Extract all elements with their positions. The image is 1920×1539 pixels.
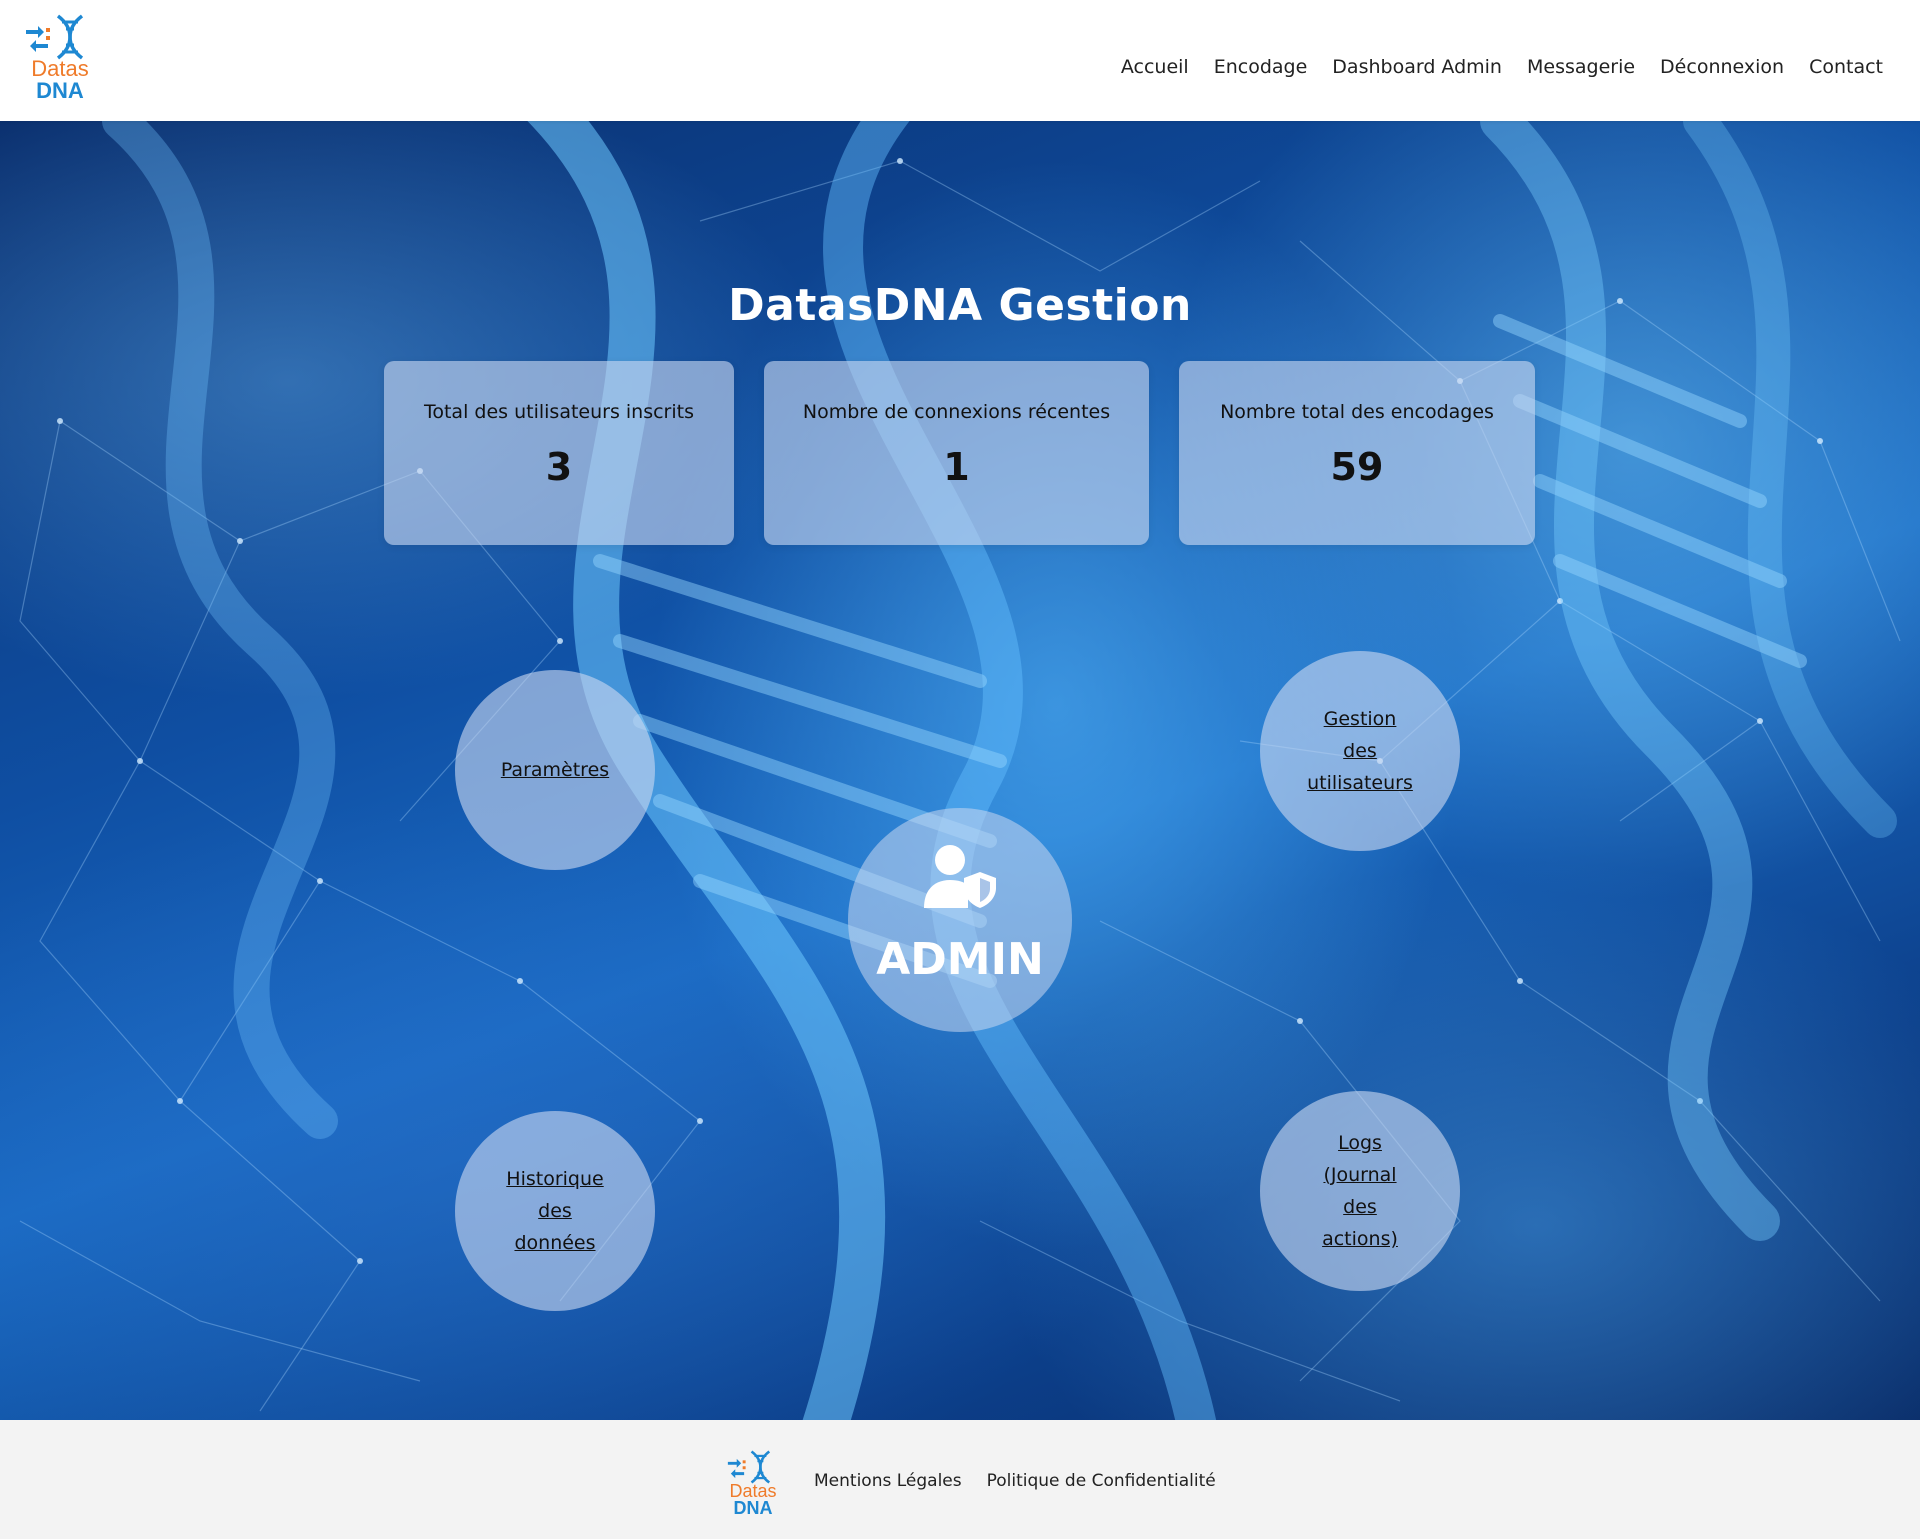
nav-item-dashboard-admin[interactable]: Dashboard Admin (1332, 56, 1502, 78)
stat-value-encodings: 59 (1330, 445, 1384, 489)
nav-item-deconnexion[interactable]: Déconnexion (1660, 56, 1784, 78)
footer-link-politique-confidentialite[interactable]: Politique de Confidentialité (987, 1471, 1216, 1491)
admin-label: ADMIN (876, 934, 1044, 985)
nav-item-messagerie[interactable]: Messagerie (1527, 56, 1635, 78)
nav-item-accueil[interactable]: Accueil (1121, 56, 1189, 78)
user-shield-icon (924, 845, 996, 908)
page-title: DatasDNA Gestion (728, 280, 1192, 332)
nav-item-encodage[interactable]: Encodage (1214, 56, 1308, 78)
stat-value-users: 3 (545, 445, 573, 489)
admin-badge: ADMIN (848, 808, 1072, 1032)
dna-transfer-logo-icon (727, 1450, 771, 1484)
nav-item-contact[interactable]: Contact (1809, 56, 1883, 78)
circle-historique: Historique des données (455, 1111, 655, 1311)
circle-parametres: Paramètres (455, 670, 655, 870)
link-logs-journal[interactable]: Logs (Journal des actions) (1300, 1127, 1420, 1255)
stat-label-encodings: Nombre total des encodages (1220, 401, 1494, 423)
brand-logo[interactable]: Datas DNA (24, 14, 96, 104)
circle-gestion-utilisateurs: Gestion des utilisateurs (1260, 651, 1460, 851)
stat-card-users: Total des utilisateurs inscrits 3 (384, 361, 734, 545)
circle-logs: Logs (Journal des actions) (1260, 1091, 1460, 1291)
logo-text-datas: Datas (31, 56, 89, 81)
footer-logo[interactable]: Datas DNA (724, 1450, 782, 1518)
main-nav: Accueil Encodage Dashboard Admin Message… (1121, 56, 1883, 78)
link-historique-donnees[interactable]: Historique des données (495, 1163, 615, 1259)
footer-logo-text-dna: DNA (733, 1498, 773, 1518)
stat-card-connections: Nombre de connexions récentes 1 (764, 361, 1149, 545)
logo-text-dna: DNA (36, 78, 84, 103)
dna-transfer-logo-icon (26, 14, 84, 60)
footer-links: Mentions Légales Politique de Confidenti… (814, 1471, 1216, 1491)
link-gestion-utilisateurs[interactable]: Gestion des utilisateurs (1300, 703, 1420, 799)
stat-card-encodings: Nombre total des encodages 59 (1179, 361, 1535, 545)
site-footer: Datas DNA Mentions Légales Politique de … (0, 1420, 1920, 1539)
stat-label-users: Total des utilisateurs inscrits (423, 401, 694, 423)
stat-label-connections: Nombre de connexions récentes (802, 401, 1111, 423)
site-header: Datas DNA Accueil Encodage Dashboard Adm… (0, 0, 1920, 121)
stat-value-connections: 1 (943, 445, 970, 489)
link-parametres[interactable]: Paramètres (495, 754, 615, 786)
footer-link-mentions-legales[interactable]: Mentions Légales (814, 1471, 962, 1491)
hero-section: DatasDNA Gestion Total des utilisateurs … (0, 121, 1920, 1420)
